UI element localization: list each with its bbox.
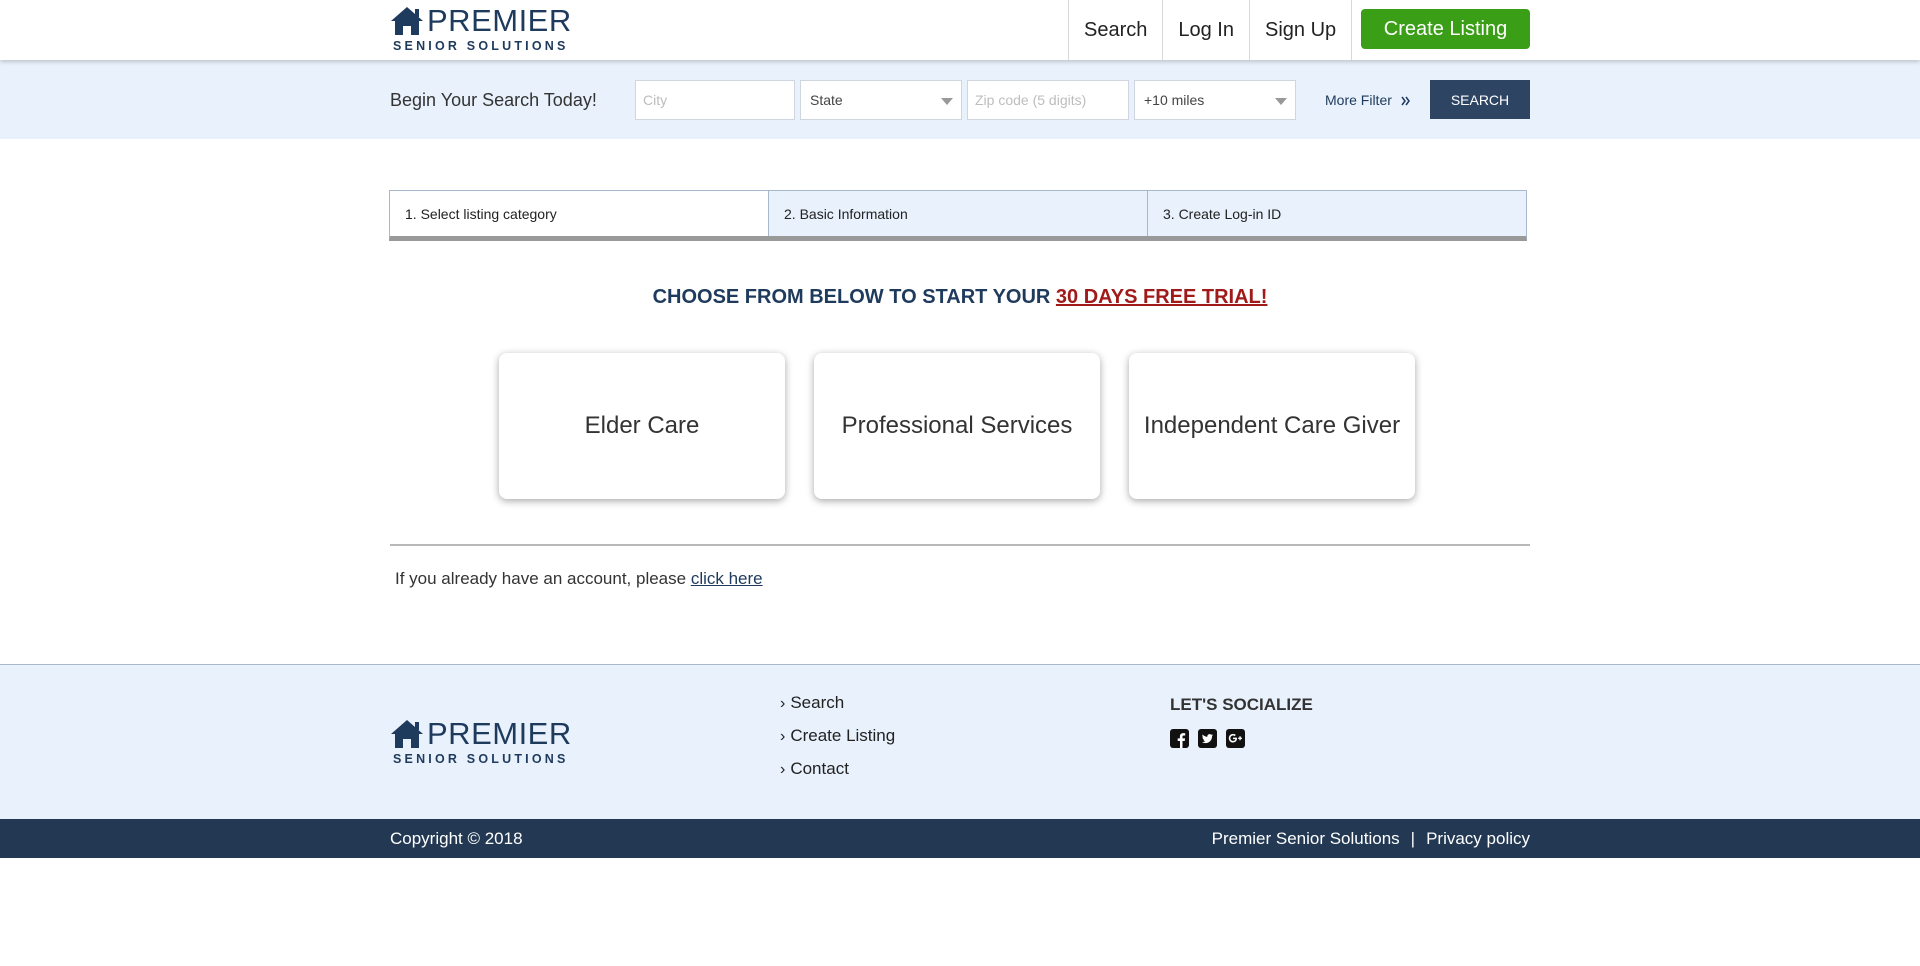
account-login-link[interactable]: click here [691, 569, 763, 588]
site-header: PREMIER SENIOR SOLUTIONS Search Log In S… [0, 0, 1920, 60]
nav-search[interactable]: Search [1068, 0, 1162, 60]
brand-logo[interactable]: PREMIER SENIOR SOLUTIONS [390, 4, 571, 54]
brand-name: PREMIER [427, 716, 572, 751]
more-filter-link[interactable]: More Filter [1325, 92, 1411, 108]
link-separator: | [1410, 829, 1416, 848]
house-icon [391, 720, 423, 748]
search-button[interactable]: SEARCH [1430, 80, 1530, 119]
google-plus-icon[interactable] [1226, 729, 1245, 748]
zip-input[interactable] [967, 80, 1129, 120]
listing-steps: 1. Select listing category 2. Basic Info… [389, 190, 1527, 241]
footer-links: › Search › Create Listing › Contact [780, 693, 895, 792]
privacy-policy-link[interactable]: Privacy policy [1426, 829, 1530, 848]
create-listing-button[interactable]: Create Listing [1361, 9, 1530, 49]
category-card-label: Professional Services [841, 412, 1073, 439]
house-icon [391, 7, 423, 35]
social-icons [1170, 729, 1245, 748]
headline-text: CHOOSE FROM BELOW TO START YOUR [652, 286, 1056, 308]
search-bar: Begin Your Search Today! State +10 miles… [0, 60, 1920, 139]
category-card-label: Elder Care [584, 412, 700, 439]
more-filter-label: More Filter [1325, 92, 1392, 108]
section-divider [390, 544, 1530, 546]
brand-name: PREMIER [427, 3, 572, 38]
footer-link-contact[interactable]: › Contact [780, 759, 895, 792]
copyright-text: Copyright © 2018 [390, 829, 523, 848]
double-chevron-right-icon [1401, 96, 1410, 106]
category-card-label: Independent Care Giver [1143, 412, 1401, 439]
radius-select[interactable]: +10 miles [1134, 80, 1296, 120]
nav-signup[interactable]: Sign Up [1248, 0, 1353, 60]
chevron-down-icon [1275, 98, 1287, 105]
footer-brand-logo[interactable]: PREMIER SENIOR SOLUTIONS [390, 717, 571, 767]
bottom-links: Premier Senior Solutions | Privacy policy [1212, 829, 1530, 849]
nav-login[interactable]: Log In [1162, 0, 1249, 60]
chevron-right-icon: › [780, 761, 786, 778]
facebook-icon[interactable] [1170, 729, 1189, 748]
search-bar-title: Begin Your Search Today! [390, 90, 597, 110]
brand-tagline: SENIOR SOLUTIONS [393, 39, 569, 53]
headline-trial-highlight: 30 DAYS FREE TRIAL! [1055, 286, 1268, 308]
footer-link-label: Search [790, 693, 845, 712]
account-text: If you already have an account, please [395, 569, 691, 588]
twitter-icon[interactable] [1198, 729, 1217, 748]
step-select-category: 1. Select listing category [390, 191, 768, 236]
step-create-login: 3. Create Log-in ID [1147, 191, 1526, 236]
chevron-right-icon: › [780, 695, 786, 712]
chevron-down-icon [941, 98, 953, 105]
company-link[interactable]: Premier Senior Solutions [1212, 829, 1400, 848]
footer-link-label: Contact [790, 759, 849, 778]
trial-headline: CHOOSE FROM BELOW TO START YOUR 30 DAYS … [0, 286, 1920, 309]
site-footer: PREMIER SENIOR SOLUTIONS › Search › Create… [0, 664, 1920, 819]
social-title: LET'S SOCIALIZE [1170, 695, 1313, 714]
state-select[interactable]: State [800, 80, 962, 120]
footer-link-search[interactable]: › Search [780, 693, 895, 726]
bottom-bar: Copyright © 2018 Premier Senior Solution… [0, 819, 1920, 858]
main-nav: Search Log In Sign Up [1068, 0, 1353, 60]
chevron-right-icon: › [780, 728, 786, 745]
radius-select-value: +10 miles [1144, 92, 1205, 108]
step-basic-information: 2. Basic Information [768, 191, 1147, 236]
state-select-value: State [810, 92, 843, 108]
brand-tagline: SENIOR SOLUTIONS [393, 752, 569, 766]
footer-link-label: Create Listing [790, 726, 896, 745]
category-card-independent-care-giver[interactable]: Independent Care Giver [1129, 353, 1415, 499]
category-card-professional-services[interactable]: Professional Services [814, 353, 1100, 499]
footer-link-create-listing[interactable]: › Create Listing [780, 726, 895, 759]
existing-account-prompt: If you already have an account, please c… [395, 569, 763, 589]
city-input[interactable] [635, 80, 795, 120]
category-card-elder-care[interactable]: Elder Care [499, 353, 785, 499]
